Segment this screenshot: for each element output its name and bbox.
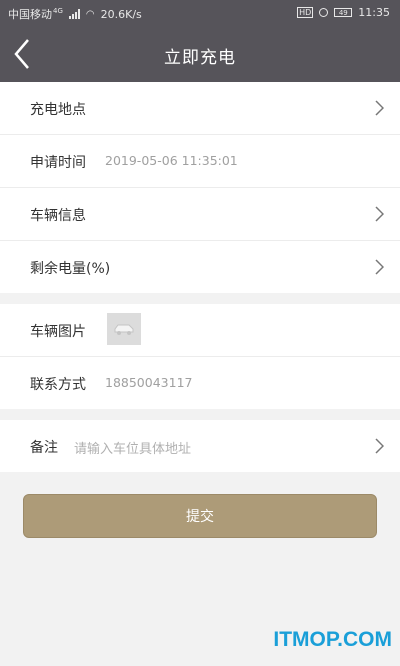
remark-row[interactable]: 备注 请输入车位具体地址 (0, 420, 400, 472)
contact-label: 联系方式 (30, 377, 86, 393)
remark-input[interactable]: 请输入车位具体地址 (74, 438, 191, 457)
apply-time-row: 申请时间 2019-05-06 11:35:01 (0, 135, 400, 188)
remark-label: 备注 (30, 440, 58, 456)
battery-level: 49 (338, 9, 348, 17)
contact-value[interactable]: 18850043117 (105, 375, 192, 390)
form-group-vehicle: 车辆图片 联系方式 18850043117 (0, 304, 400, 409)
vehicle-photo-row: 车辆图片 (0, 304, 400, 357)
chevron-right-icon (375, 100, 384, 116)
charge-location-label: 充电地点 (30, 102, 86, 118)
car-icon (114, 324, 134, 335)
remaining-power-row[interactable]: 剩余电量(%) (0, 241, 400, 293)
vehicle-photo-upload[interactable] (107, 313, 141, 345)
alarm-icon (319, 8, 329, 17)
chevron-right-icon (375, 259, 384, 275)
wifi-icon: ◠ (85, 8, 95, 20)
apply-time-value: 2019-05-06 11:35:01 (105, 153, 238, 168)
remaining-power-label: 剩余电量(%) (30, 261, 111, 277)
network-type: 4G (53, 7, 63, 15)
clock: 11:35 (358, 6, 390, 19)
nav-bar: 立即充电 (0, 26, 400, 82)
carrier-name: 中国移动 (8, 8, 52, 21)
vehicle-photo-label: 车辆图片 (30, 324, 86, 340)
signal-icon (68, 9, 80, 19)
apply-time-label: 申请时间 (30, 155, 86, 171)
contact-row: 联系方式 18850043117 (0, 357, 400, 409)
chevron-right-icon (375, 438, 384, 454)
page-title: 立即充电 (164, 48, 236, 68)
form-group-charging: 充电地点 申请时间 2019-05-06 11:35:01 车辆信息 剩余电量(… (0, 82, 400, 293)
status-bar: 中国移动 4G ◠ 20.6K/s HD 49 11:35 (0, 0, 400, 26)
charge-location-row[interactable]: 充电地点 (0, 82, 400, 135)
chevron-right-icon (375, 206, 384, 222)
battery-icon: 49 (334, 8, 353, 17)
network-speed: 20.6K/s (100, 7, 142, 21)
watermark: ITMOP.COM (273, 628, 392, 651)
form-group-remark: 备注 请输入车位具体地址 (0, 420, 400, 472)
vehicle-info-label: 车辆信息 (30, 208, 86, 224)
submit-button[interactable]: 提交 (23, 494, 377, 538)
hd-icon: HD (297, 7, 314, 18)
vehicle-info-row[interactable]: 车辆信息 (0, 188, 400, 241)
